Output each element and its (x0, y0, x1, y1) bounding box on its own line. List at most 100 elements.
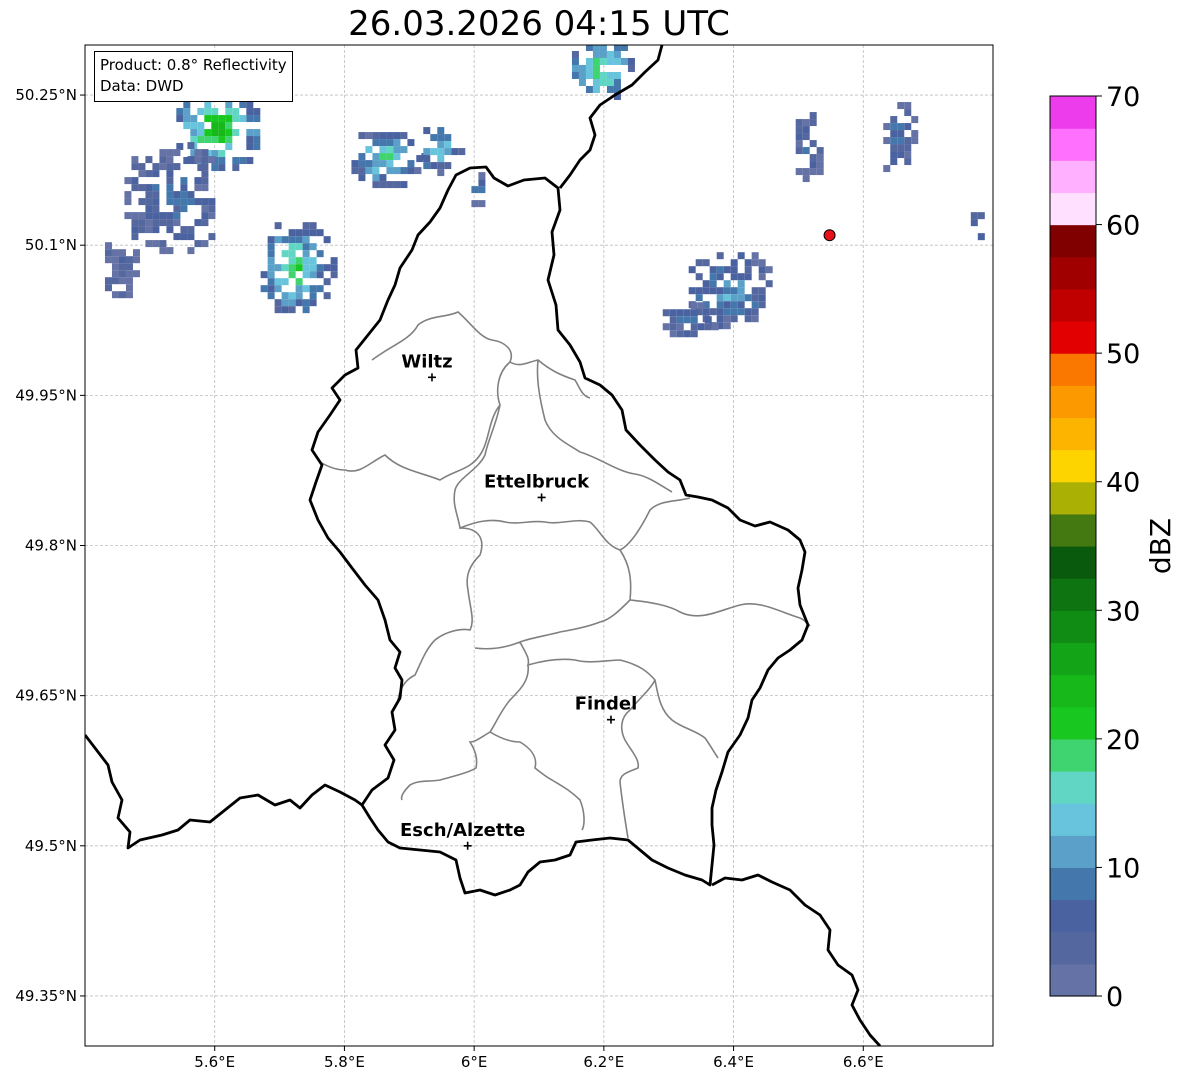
radar-pixel (211, 150, 219, 158)
radar-pixel (437, 162, 445, 170)
radar-pixel (407, 160, 415, 168)
radar-pixel (890, 123, 898, 131)
radar-pixel (267, 278, 275, 286)
radar-pixel (669, 323, 677, 331)
radar-pixel (201, 170, 209, 178)
radar-pixel (393, 139, 401, 147)
radar-pixel (218, 164, 226, 172)
radar-pixel (152, 170, 160, 178)
radar-pixel (145, 226, 153, 234)
radar-pixel (386, 181, 394, 189)
radar-pixel (599, 78, 607, 86)
radar-pixel (716, 294, 724, 302)
radar-pixel (669, 309, 677, 317)
radar-pixel (166, 170, 174, 178)
radar-pixel (437, 169, 445, 177)
radar-pixel (904, 109, 912, 117)
radar-pixel (365, 132, 373, 140)
radar-pixel (145, 191, 153, 199)
radar-pixel (187, 226, 195, 234)
radar-pixel (131, 184, 139, 192)
radar-pixel (211, 129, 219, 137)
radar-pixel (288, 236, 296, 244)
radar-pixel (211, 108, 219, 116)
radar-pixel (690, 309, 698, 317)
radar-pixel (267, 250, 275, 258)
radar-pixel (795, 133, 803, 141)
radar-pixel (592, 57, 600, 65)
radar-pixel (125, 263, 133, 271)
radar-pixel (309, 264, 317, 272)
radar-pixel (197, 136, 205, 144)
radar-pixel (372, 167, 380, 175)
radar-pixel (208, 233, 216, 241)
radar-pixel (176, 115, 184, 123)
colorbar-tick-label: 60 (1106, 211, 1140, 242)
radar-pixel (138, 219, 146, 227)
radar-pixel (225, 115, 233, 123)
radar-pixel (281, 278, 289, 286)
radar-pixel (897, 151, 905, 159)
radar-pixel (695, 294, 703, 302)
radar-pixel (309, 299, 317, 307)
radar-pixel (204, 101, 212, 109)
radar-pixel (125, 284, 133, 292)
radar-pixel (166, 226, 174, 234)
colorbar-segment (1050, 642, 1096, 676)
radar-pixel (379, 160, 387, 168)
radar-pixel (132, 270, 140, 278)
radar-pixel (751, 294, 759, 302)
radar-pixel (190, 129, 198, 137)
radar-pixel (288, 299, 296, 307)
radar-pixel (816, 147, 824, 155)
radar-pixel (190, 115, 198, 123)
radar-pixel (323, 292, 331, 300)
radar-pixel (125, 291, 133, 299)
radar-pixel (138, 163, 146, 171)
radar-pixel (904, 151, 912, 159)
radar-pixel (702, 259, 710, 267)
radar-pixel (323, 278, 331, 286)
colorbar-tick-label: 70 (1106, 82, 1140, 113)
radar-pixel (704, 316, 712, 324)
radar-pixel (152, 240, 160, 248)
radar-pixel (758, 266, 766, 274)
radar-pixel (809, 161, 817, 169)
radar-pixel (365, 146, 373, 154)
radar-pixel (159, 240, 167, 248)
radar-pixel (676, 309, 684, 317)
radar-pixel (816, 154, 824, 162)
radar-pixel (309, 271, 317, 279)
radar-pixel (288, 292, 296, 300)
radar-pixel (758, 301, 766, 309)
radar-pixel (690, 302, 698, 310)
lat-tick-label: 49.5°N (25, 837, 77, 855)
radar-pixel (218, 150, 226, 158)
radar-pixel (267, 285, 275, 293)
colorbar-segment (1050, 899, 1096, 933)
radar-pixel (295, 229, 303, 237)
radar-pixel (295, 243, 303, 251)
radar-pixel (478, 186, 486, 194)
radar-pixel (890, 158, 898, 166)
radar-pixel (330, 271, 338, 279)
radar-pixel (571, 50, 579, 58)
radar-pixel (288, 271, 296, 279)
radar-pixel (145, 156, 153, 164)
radar-pixel (437, 155, 445, 163)
radar-pixel (274, 236, 282, 244)
radar-pixel (795, 140, 803, 148)
radar-pixel (173, 198, 181, 206)
radar-pixel (688, 287, 696, 295)
radar-pixel (690, 316, 698, 324)
radar-pixel (138, 184, 146, 192)
radar-pixel (744, 266, 752, 274)
radar-pixel (904, 102, 912, 110)
radar-pixel (295, 299, 303, 307)
radar-pixel (897, 137, 905, 145)
colorbar-tick-label: 10 (1106, 853, 1140, 884)
radar-pixel (599, 50, 607, 58)
radar-pixel (111, 249, 119, 257)
radar-pixel (225, 136, 233, 144)
radar-pixel (104, 284, 112, 292)
